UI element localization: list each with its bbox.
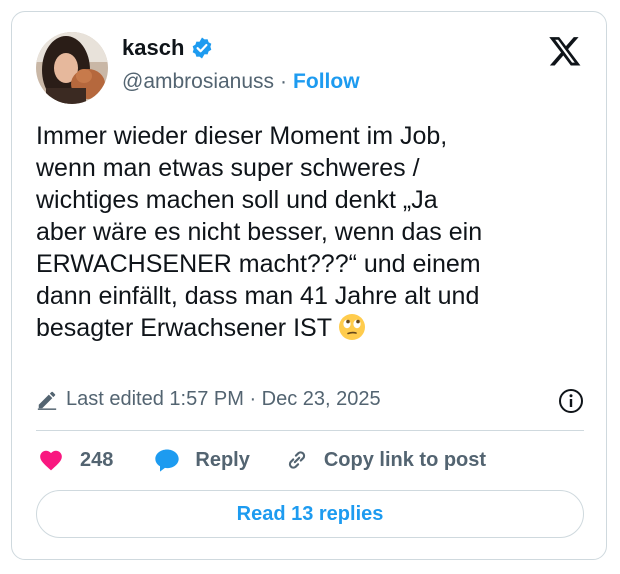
reply-label: Reply [195,448,250,471]
read-replies-button[interactable]: Read 13 replies [36,490,584,538]
handle-separator: · [280,70,288,93]
tweet-text: Immer wieder dieser Moment im Job, wenn … [36,120,584,344]
x-logo-icon[interactable] [548,34,582,68]
face-with-rolling-eyes-emoji [338,313,366,341]
author-name[interactable]: kasch [122,35,184,61]
reply-bubble-icon [155,449,180,472]
like-count: 248 [80,448,114,471]
tweet-text-body: Immer wieder dieser Moment im Job, wenn … [36,122,483,342]
pencil-icon [36,389,58,411]
author-handle[interactable]: @ambrosianuss [122,70,274,94]
like-button[interactable]: 248 [38,447,113,473]
author-name-row: kasch [122,35,214,61]
edited-label[interactable]: Last edited 1:57 PM · Dec 23, 2025 [66,388,381,411]
copy-link-label: Copy link to post [323,448,487,471]
follow-button[interactable]: Follow [293,70,360,94]
tweet-card: kasch @ambrosianuss · Follow Immer wiede… [11,11,607,560]
heart-icon [40,450,62,471]
author-handle-row: @ambrosianuss · Follow [122,70,360,94]
edited-info-row: Last edited 1:57 PM · Dec 23, 2025 [36,388,584,414]
actions-bar: 248 Reply Copy link to post [38,446,486,474]
copy-link-button[interactable]: Copy link to post [284,447,486,473]
avatar[interactable] [36,32,108,104]
link-icon [288,451,305,469]
info-icon[interactable] [558,388,584,414]
verified-badge-icon [190,36,214,60]
divider [36,430,584,431]
reply-button[interactable]: Reply [153,446,250,474]
